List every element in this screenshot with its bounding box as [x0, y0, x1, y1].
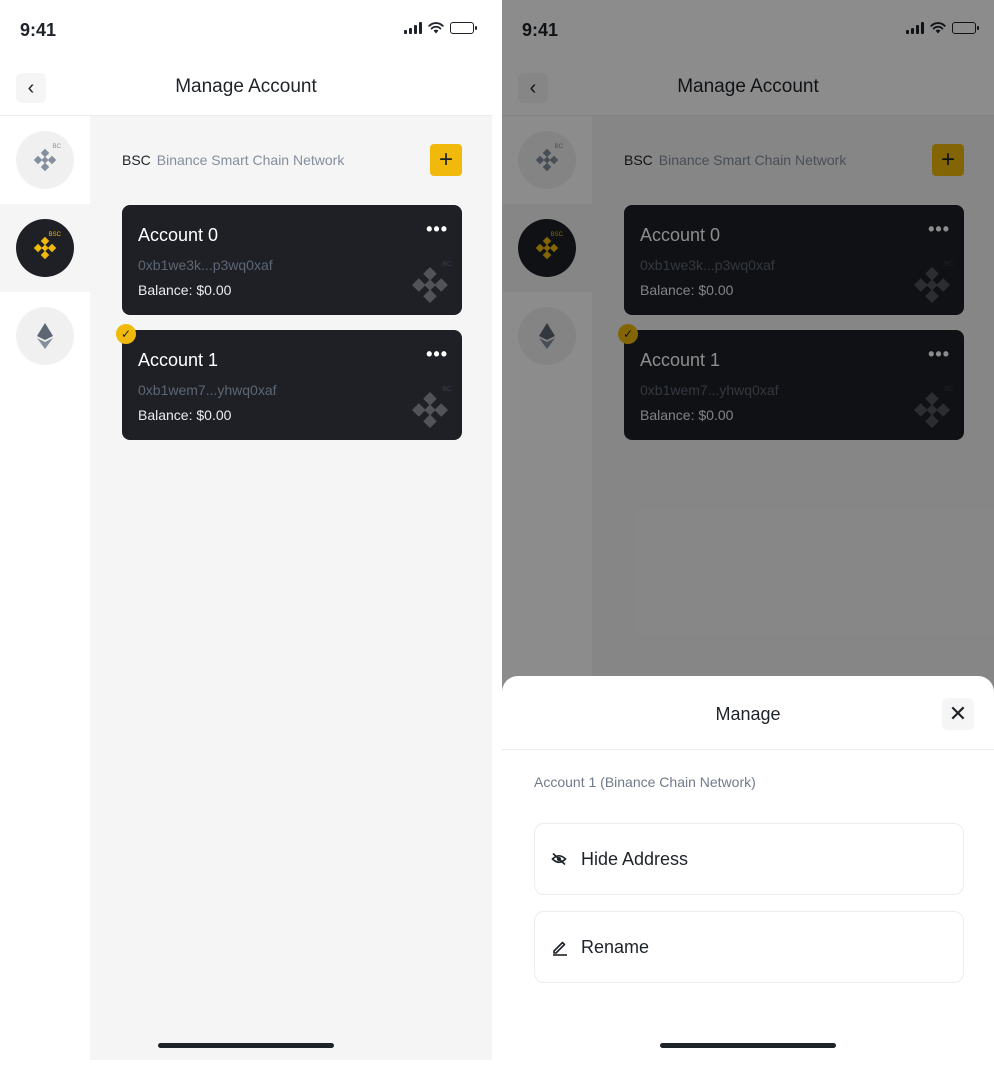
rename-button[interactable]: Rename — [534, 911, 964, 983]
account-balance: Balance: $0.00 — [138, 407, 232, 423]
status-bar: 9:41 — [0, 0, 492, 60]
account-card[interactable]: Account 0 0xb1we3k...p3wq0xaf Balance: $… — [122, 205, 462, 315]
add-account-button[interactable]: + — [430, 144, 462, 176]
account-card[interactable]: Account 1 0xb1wem7...yhwq0xaf Balance: $… — [122, 330, 462, 440]
network-full-name: Binance Smart Chain Network — [156, 152, 345, 168]
sheet-header: Manage ✕ — [502, 676, 994, 750]
network-short-name: BSC — [122, 152, 151, 168]
page-title: Manage Account — [175, 76, 317, 97]
cellular-signal-icon — [404, 22, 422, 34]
chain-sidebar: BC BSC — [0, 116, 90, 1060]
hide-address-button[interactable]: Hide Address — [534, 823, 964, 895]
account-name: Account 1 — [138, 350, 219, 370]
pencil-icon — [551, 937, 573, 957]
home-indicator — [158, 1043, 334, 1048]
account-list-panel: BSC Binance Smart Chain Network + Accoun… — [90, 116, 492, 1060]
sidebar-item-bsc[interactable]: BSC — [0, 204, 90, 292]
account-more-button[interactable]: ••• — [426, 344, 448, 365]
card-watermark-icon: BC — [406, 386, 454, 434]
sheet-title: Manage — [715, 704, 781, 724]
eth-chain-icon — [16, 307, 74, 365]
network-header: BSC Binance Smart Chain Network + — [122, 144, 462, 176]
bsc-chain-icon: BSC — [16, 219, 74, 277]
selected-check-icon: ✓ — [116, 324, 136, 344]
manage-sheet-screen: 9:41 ‹ Manage Account BC BSC BSC Binance… — [502, 0, 994, 1060]
wifi-icon — [428, 22, 444, 34]
bsc-chain-tag: BSC — [48, 232, 61, 238]
bc-chain-icon: BC — [16, 131, 74, 189]
close-button[interactable]: ✕ — [942, 698, 974, 730]
eye-off-icon — [551, 849, 573, 869]
account-balance: Balance: $0.00 — [138, 282, 232, 298]
card-watermark-tag: BC — [442, 386, 452, 393]
card-watermark-tag: BC — [442, 261, 452, 268]
status-time: 9:41 — [20, 20, 57, 40]
account-more-button[interactable]: ••• — [426, 219, 448, 240]
hide-address-label: Hide Address — [581, 848, 689, 869]
nav-bar: ‹ Manage Account — [0, 60, 492, 116]
battery-icon — [450, 22, 477, 34]
bc-chain-tag: BC — [52, 144, 61, 150]
status-icons — [404, 22, 477, 34]
card-watermark-icon: BC — [406, 261, 454, 309]
sidebar-item-eth[interactable] — [0, 292, 90, 380]
manage-bottom-sheet: Manage ✕ Account 1 (Binance Chain Networ… — [502, 676, 994, 1060]
home-indicator — [660, 1043, 836, 1048]
sidebar-item-bc[interactable]: BC — [0, 116, 90, 204]
manage-account-screen: 9:41 ‹ Manage Account BC BSC BSC Binance… — [0, 0, 492, 1060]
account-address: 0xb1we3k...p3wq0xaf — [138, 257, 273, 273]
rename-label: Rename — [581, 936, 650, 957]
account-name: Account 0 — [138, 225, 219, 245]
account-address: 0xb1wem7...yhwq0xaf — [138, 382, 277, 398]
sheet-subtitle: Account 1 (Binance Chain Network) — [534, 774, 756, 790]
